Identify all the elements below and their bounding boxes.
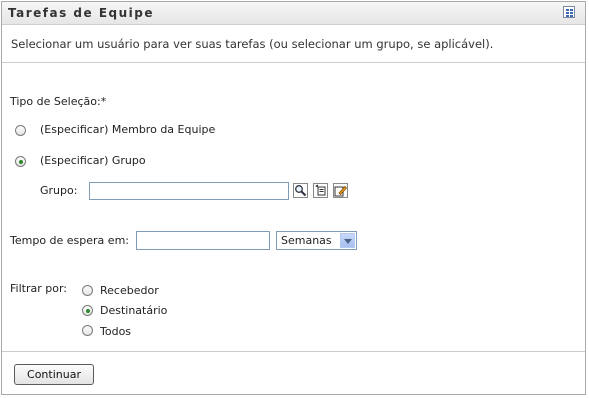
team-tasks-panel: Tarefas de Equipe Selecionar um usuário …	[1, 1, 586, 395]
group-label: Grupo:	[40, 184, 78, 197]
panel-titlebar: Tarefas de Equipe	[2, 2, 585, 25]
panel-description: Selecionar um usuário para ver suas tare…	[11, 37, 494, 51]
radio-group-label[interactable]: (Especificar) Grupo	[40, 154, 146, 167]
radio-filter-destinatario[interactable]	[82, 305, 93, 316]
history-icon[interactable]	[313, 183, 328, 198]
divider	[2, 62, 585, 63]
time-unit-select[interactable]: Semanas	[276, 231, 357, 250]
radio-group[interactable]	[15, 156, 26, 167]
group-input[interactable]	[89, 182, 289, 200]
search-lookup-icon[interactable]	[293, 183, 308, 198]
edit-list-icon[interactable]	[333, 183, 348, 198]
chevron-down-icon[interactable]	[340, 233, 355, 248]
selection-type-label: Tipo de Seleção:*	[10, 95, 107, 108]
divider	[2, 351, 585, 352]
radio-team-member-label[interactable]: (Especificar) Membro da Equipe	[40, 123, 215, 136]
wait-time-label: Tempo de espera em:	[10, 234, 129, 247]
radio-filter-todos[interactable]	[82, 325, 93, 336]
time-unit-value: Semanas	[281, 234, 332, 247]
radio-filter-recebedor-label[interactable]: Recebedor	[100, 284, 159, 297]
panel-title: Tarefas de Equipe	[8, 6, 155, 20]
radio-filter-todos-label[interactable]: Todos	[100, 325, 131, 338]
continue-button[interactable]: Continuar	[14, 364, 94, 385]
wait-time-input[interactable]	[136, 231, 270, 250]
radio-filter-destinatario-label[interactable]: Destinatário	[100, 304, 167, 317]
filter-label: Filtrar por:	[10, 282, 67, 295]
grid-menu-icon[interactable]	[563, 6, 575, 18]
radio-team-member[interactable]	[15, 125, 26, 136]
radio-filter-recebedor[interactable]	[82, 285, 93, 296]
